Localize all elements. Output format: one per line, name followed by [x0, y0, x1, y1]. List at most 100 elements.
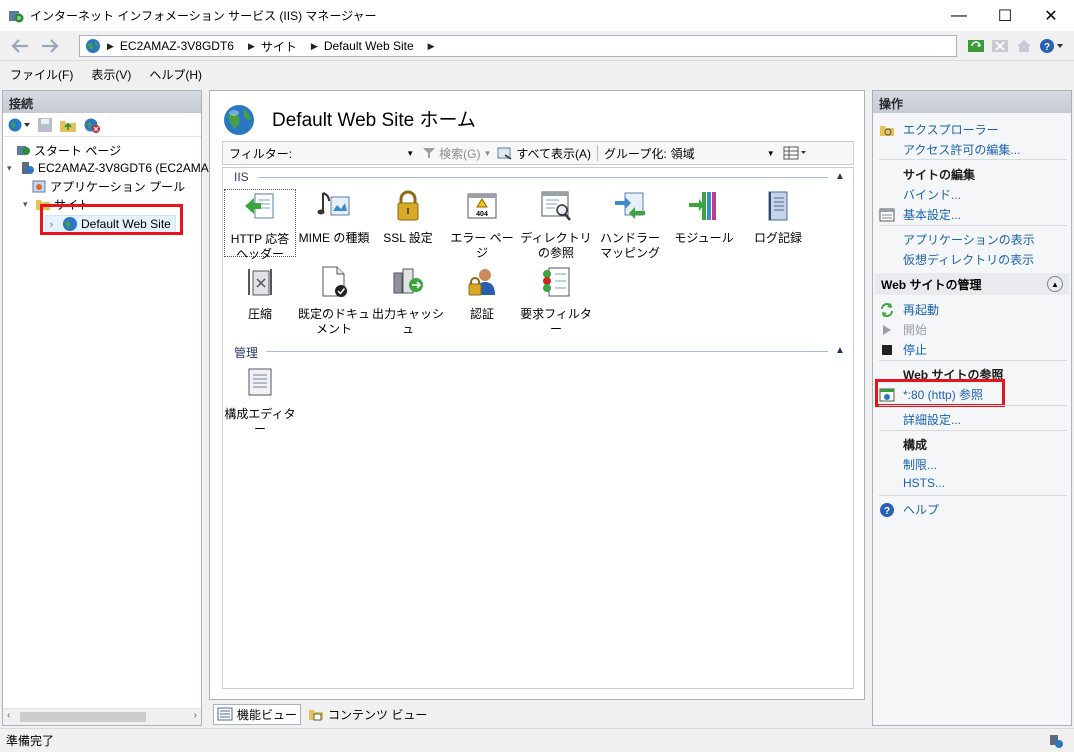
- address-bar: ▶ EC2AMAZ-3V8GDT6 ▶ サイト ▶ Default Web Si…: [0, 31, 1074, 61]
- menu-view[interactable]: 表示(V): [91, 66, 131, 83]
- help-dropdown-button[interactable]: ?: [1038, 36, 1066, 56]
- manage-website-heading: Web サイトの管理: [881, 277, 982, 292]
- action-stop[interactable]: 停止: [879, 341, 927, 358]
- show-all-icon: [497, 147, 512, 160]
- minimize-button[interactable]: —: [936, 0, 982, 31]
- action-basic-settings[interactable]: 基本設定...: [879, 206, 961, 223]
- feature-error-pages[interactable]: 404 エラー ページ: [446, 189, 518, 261]
- collapse-group-icon[interactable]: ▲: [835, 345, 845, 356]
- toolbar-separator: [597, 145, 599, 161]
- feature-ssl-settings[interactable]: SSL 設定: [372, 189, 444, 246]
- feature-modules[interactable]: モジュール: [668, 189, 740, 246]
- feature-request-filtering[interactable]: 要求フィルター: [520, 265, 592, 337]
- collapse-chevron-icon[interactable]: ▾: [23, 199, 35, 210]
- window-title: インターネット インフォメーション サービス (IIS) マネージャー: [30, 9, 377, 23]
- group-divider: [266, 351, 828, 352]
- status-bar: 準備完了: [0, 728, 1074, 752]
- view-tabs: 機能ビュー コンテンツ ビュー: [209, 702, 865, 726]
- feature-http-response-headers[interactable]: HTTP 応答ヘッダー: [224, 189, 296, 261]
- action-view-virtual-dirs[interactable]: 仮想ディレクトリの表示: [903, 251, 1034, 268]
- feature-handler-mappings[interactable]: ハンドラー マッピング: [594, 189, 666, 261]
- menu-help[interactable]: ヘルプ(H): [149, 66, 202, 83]
- stop-nav-button[interactable]: [990, 36, 1010, 56]
- connect-globe-dropdown-icon[interactable]: [7, 117, 31, 133]
- collapse-section-icon[interactable]: ▲: [1047, 276, 1063, 292]
- feature-output-caching[interactable]: 出力キャッシュ: [372, 265, 444, 337]
- help-icon: ?: [1040, 39, 1063, 53]
- action-edit-permissions[interactable]: アクセス許可の編集...: [903, 141, 1020, 158]
- status-text: 準備完了: [6, 734, 55, 748]
- feature-configuration-editor[interactable]: 構成エディター: [224, 365, 296, 437]
- refresh-button[interactable]: [966, 36, 986, 56]
- tree-item-server[interactable]: ▾ EC2AMAZ-3V8GDT6 (EC2AMA: [7, 159, 209, 177]
- app-pool-icon: [32, 180, 46, 193]
- action-hsts[interactable]: HSTS...: [903, 476, 945, 490]
- manage-website-section: Web サイトの管理 ▲: [875, 273, 1069, 295]
- horizontal-scrollbar[interactable]: ‹ ›: [3, 708, 201, 725]
- features-view-icon: [217, 707, 233, 721]
- address-field[interactable]: ▶ EC2AMAZ-3V8GDT6 ▶ サイト ▶ Default Web Si…: [79, 35, 957, 57]
- dropdown-arrow-icon: ▼: [766, 148, 775, 158]
- back-button[interactable]: [6, 34, 34, 58]
- home-button[interactable]: [1014, 36, 1034, 56]
- svg-text:404: 404: [476, 211, 488, 218]
- group-header-management: 管理: [234, 346, 259, 360]
- back-arrow-icon: [11, 39, 28, 53]
- feature-directory-browsing[interactable]: ディレクトリの参照: [520, 189, 592, 261]
- actions-separator: [879, 495, 1067, 496]
- up-folder-icon[interactable]: [59, 117, 77, 133]
- actions-panel: 操作 エクスプローラー アクセス許可の編集... サイトの編集 バインド... …: [872, 90, 1072, 726]
- action-bindings[interactable]: バインド...: [903, 186, 961, 203]
- scroll-right-icon[interactable]: ›: [194, 710, 197, 721]
- scrollbar-thumb[interactable]: [20, 712, 146, 722]
- group-header-iis: IIS: [234, 170, 249, 184]
- stop-square-icon: [882, 344, 892, 355]
- feature-authentication[interactable]: 認証: [446, 265, 518, 322]
- feature-logging[interactable]: ログ記録: [742, 189, 814, 246]
- tab-features-view[interactable]: 機能ビュー: [213, 703, 302, 725]
- collapse-group-icon[interactable]: ▲: [835, 171, 845, 182]
- filter-input[interactable]: ▼: [294, 144, 417, 162]
- breadcrumb-server[interactable]: EC2AMAZ-3V8GDT6: [120, 39, 234, 53]
- iis-app-icon: [9, 10, 24, 22]
- feature-mime-types[interactable]: MIME の種類: [298, 189, 370, 246]
- disconnect-icon[interactable]: [83, 117, 101, 133]
- breadcrumb-site[interactable]: Default Web Site: [324, 39, 414, 53]
- site-home-globe-icon: [224, 105, 254, 135]
- title-bar: インターネット インフォメーション サービス (IIS) マネージャー — ☐ …: [0, 0, 1074, 31]
- search-button[interactable]: 検索(G) ▼: [422, 145, 491, 162]
- start-page-icon: [17, 146, 30, 155]
- breadcrumb-sites[interactable]: サイト: [261, 38, 297, 55]
- configure-heading: 構成: [903, 438, 928, 452]
- feature-default-document[interactable]: 既定のドキュメント: [298, 265, 370, 337]
- close-button[interactable]: ✕: [1028, 0, 1074, 31]
- tree-item-start-page[interactable]: スタート ページ: [15, 141, 121, 159]
- connections-header: 接続: [3, 91, 201, 113]
- tree-item-app-pools[interactable]: アプリケーション プール: [31, 177, 185, 195]
- maximize-button[interactable]: ☐: [982, 0, 1028, 31]
- save-icon[interactable]: [37, 117, 53, 133]
- action-limits[interactable]: 制限...: [903, 456, 937, 473]
- collapse-chevron-icon[interactable]: ▾: [7, 163, 19, 174]
- feature-compression[interactable]: 圧縮: [224, 265, 296, 322]
- action-explore[interactable]: エクスプローラー: [879, 121, 999, 138]
- action-advanced-settings[interactable]: 詳細設定...: [903, 411, 961, 428]
- actions-separator: [879, 430, 1067, 431]
- tab-content-view[interactable]: コンテンツ ビュー: [305, 705, 430, 724]
- action-restart[interactable]: 再起動: [879, 301, 939, 318]
- action-help[interactable]: ? ヘルプ: [879, 501, 939, 518]
- group-by-select[interactable]: 領域 ▼: [667, 144, 777, 162]
- action-start[interactable]: 開始: [879, 321, 927, 338]
- menu-bar: ファイル(F) 表示(V) ヘルプ(H): [0, 62, 1074, 86]
- view-mode-button[interactable]: [783, 146, 807, 160]
- show-all-button[interactable]: すべて表示(A): [497, 145, 591, 162]
- forward-button[interactable]: [36, 34, 64, 58]
- connections-tree: スタート ページ ▾ EC2AMAZ-3V8GDT6 (EC2AMA アプリケー…: [3, 137, 209, 233]
- default-doc-icon: [322, 266, 347, 297]
- action-view-applications[interactable]: アプリケーションの表示: [903, 231, 1035, 248]
- scroll-left-icon[interactable]: ‹: [7, 710, 10, 721]
- error-page-icon: 404: [467, 193, 497, 219]
- start-play-icon: [883, 324, 891, 335]
- menu-file[interactable]: ファイル(F): [10, 66, 73, 83]
- filter-label: フィルター:: [229, 146, 293, 161]
